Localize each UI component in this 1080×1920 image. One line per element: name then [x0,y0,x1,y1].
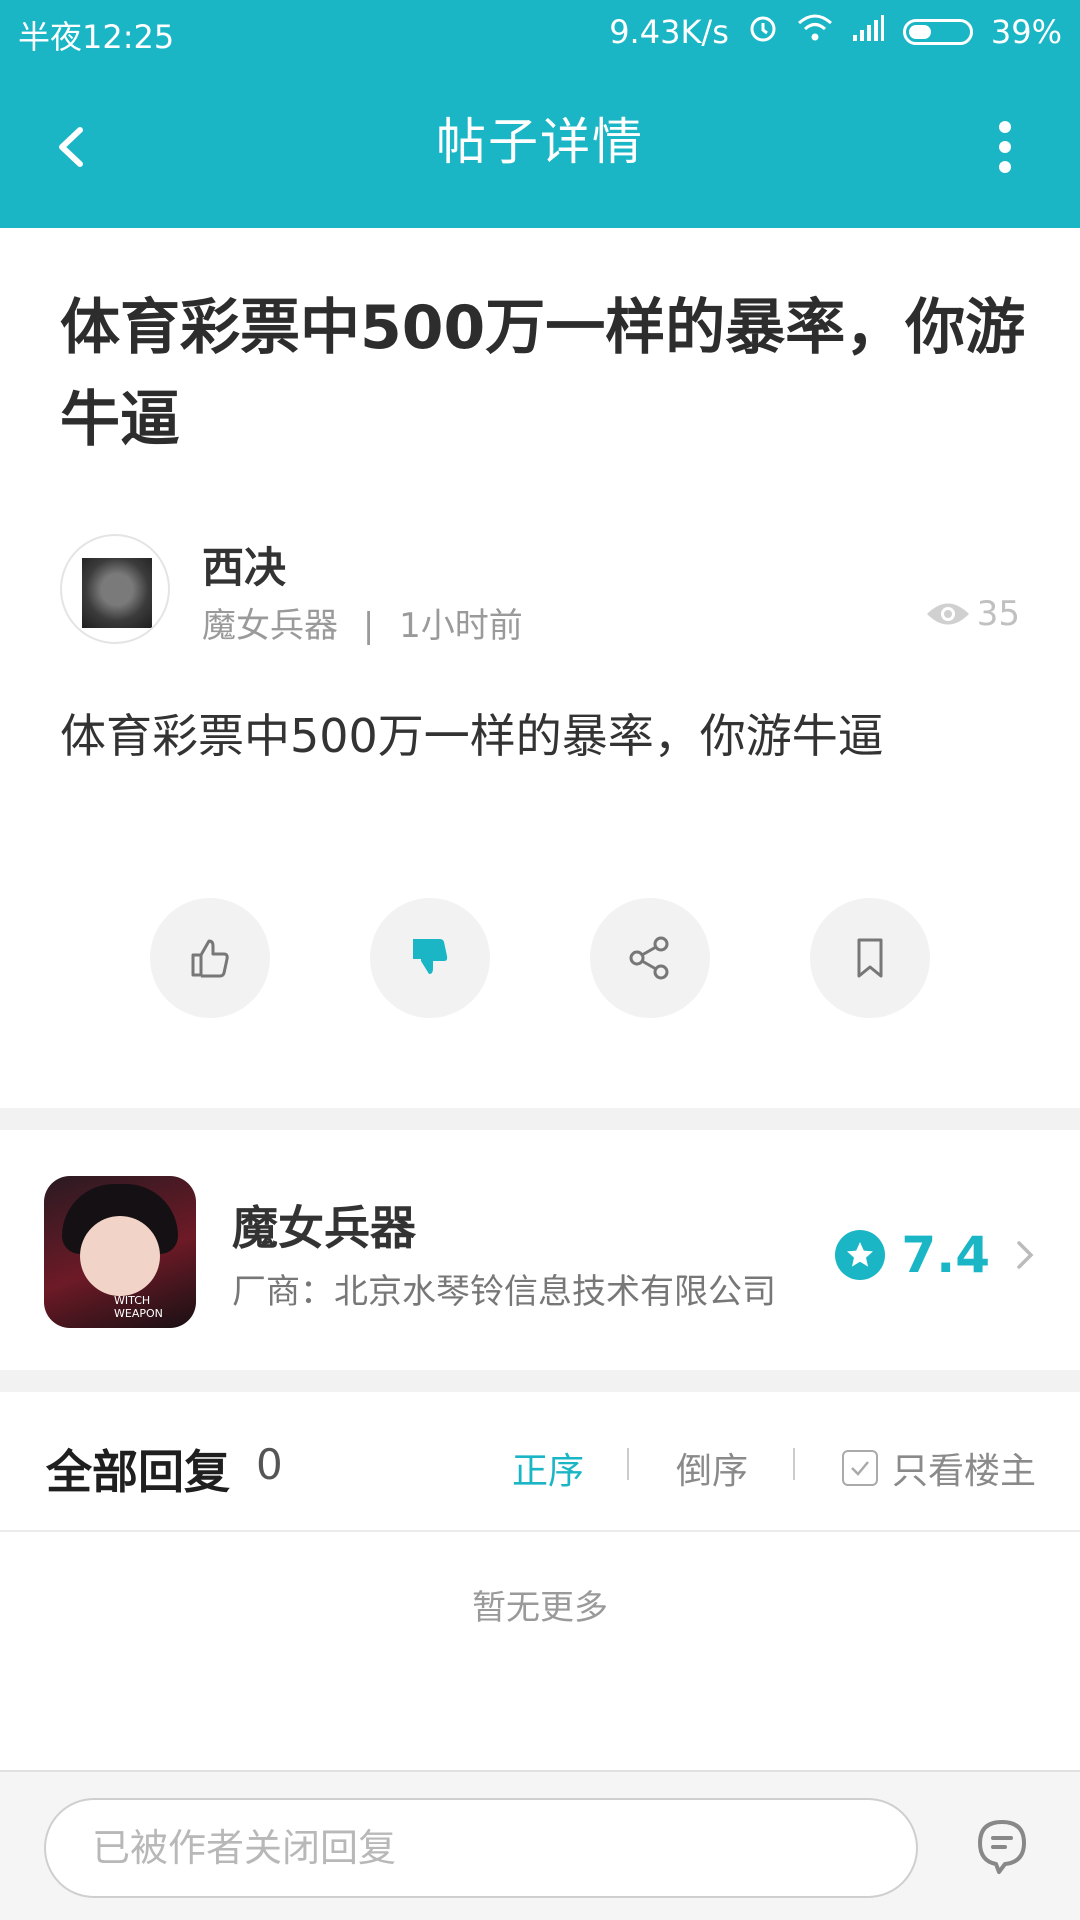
section-divider [0,1370,1080,1392]
dislike-button[interactable] [370,898,490,1018]
more-options-button[interactable] [970,112,1040,182]
rating-score: 7.4 [901,1226,990,1284]
author-row: 西决 魔女兵器 | 1小时前 35 [60,534,1020,647]
page-title: 帖子详情 [436,113,644,171]
thumbs-up-icon [191,939,229,978]
comment-bubble-icon [978,1820,1026,1874]
replies-title: 全部回复 [46,1445,230,1499]
status-bar: 半夜12:25 9.43K/s 39% [0,0,1080,62]
game-rating: 7.4 [835,1226,1040,1284]
avatar-image [82,558,152,628]
reply-input[interactable]: 已被作者关闭回复 [44,1798,918,1898]
battery-percent: 39% [990,13,1062,51]
share-icon [629,936,669,980]
like-button[interactable] [150,898,270,1018]
bookmark-icon [857,938,883,978]
alarm-icon [747,12,779,52]
bottom-bar: 已被作者关闭回复 [0,1770,1080,1920]
sort-descending-tab[interactable]: 倒序 [676,1442,748,1494]
avatar[interactable] [60,534,170,644]
more-vertical-icon [999,121,1011,173]
chevron-right-icon [1017,1241,1034,1269]
replies-header: 全部回复 0 正序 倒序 只看楼主 [0,1392,1080,1532]
divider [627,1448,629,1480]
game-icon: WITCH WEAPON [44,1176,196,1328]
only-owner-label: 只看楼主 [891,1451,1036,1492]
comment-button[interactable] [972,1816,1032,1876]
post-actions [150,898,930,1018]
author-meta: 魔女兵器 | 1小时前 [202,598,523,647]
meta-separator: | [362,606,375,646]
game-vendor: 厂商：北京水琴铃信息技术有限公司 [232,1272,776,1312]
net-speed: 9.43K/s [609,13,729,51]
thumbs-down-icon [413,939,448,974]
bookmark-button[interactable] [810,898,930,1018]
view-count-value: 35 [976,594,1020,634]
view-count: 35 [925,594,1020,634]
signal-icon [851,13,885,51]
post-time: 1小时前 [399,606,523,646]
app-bar: 帖子详情 [0,62,1080,228]
star-icon [835,1230,886,1280]
replies-count: 0 [256,1440,283,1489]
share-button[interactable] [590,898,710,1018]
only-owner-filter[interactable]: 只看楼主 [841,1442,1036,1494]
checkbox-icon[interactable] [841,1450,878,1486]
section-divider [0,1108,1080,1130]
game-tag[interactable]: 魔女兵器 [202,606,338,646]
eye-icon [926,603,969,625]
empty-replies-text: 暂无更多 [472,1588,608,1628]
sort-ascending-tab[interactable]: 正序 [512,1442,584,1494]
post-body: 体育彩票中500万一样的暴率，你游牛逼 [60,709,884,763]
divider [793,1448,795,1480]
author-name[interactable]: 西决 [202,534,286,595]
battery-icon [902,19,973,45]
game-card[interactable]: WITCH WEAPON 魔女兵器 厂商：北京水琴铃信息技术有限公司 7.4 [0,1130,1080,1368]
status-time: 半夜12:25 [18,18,175,56]
post-title: 体育彩票中500万一样的暴率，你游牛逼 [60,293,1026,455]
game-name: 魔女兵器 [232,1201,416,1255]
game-icon-caption: WITCH WEAPON [114,1294,163,1320]
wifi-icon [797,13,833,51]
